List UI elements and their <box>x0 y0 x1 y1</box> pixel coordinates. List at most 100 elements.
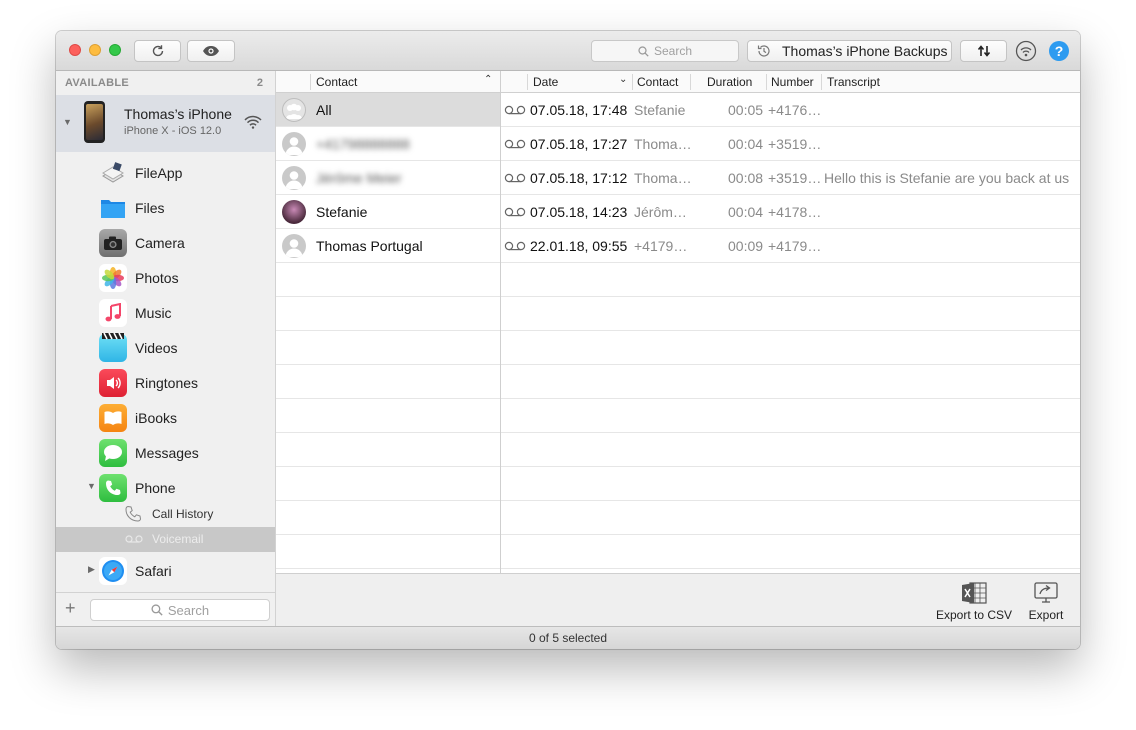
toolbar-search-placeholder: Search <box>653 44 693 58</box>
contact-column-header[interactable]: Contact ⌃ <box>276 71 500 93</box>
export-button[interactable]: Export <box>1020 580 1072 624</box>
sidebar-item-files[interactable]: Files <box>56 190 275 225</box>
voicemail-contact: Stefanie <box>634 102 686 118</box>
sidebar-item-safari[interactable]: ▶ Safari <box>56 553 275 588</box>
empty-row <box>276 331 500 365</box>
contact-name: Jérôme Meier <box>316 170 402 186</box>
add-icon[interactable]: + <box>65 598 76 619</box>
export-icon <box>1034 582 1058 603</box>
sidebar-header: AVAILABLE <box>65 77 130 89</box>
sidebar-search-placeholder: Search <box>167 602 210 618</box>
empty-row <box>501 263 1080 297</box>
voicemail-row[interactable]: 07.05.18, 17:12 Thoma… 00:08 +3519… Hell… <box>501 161 1080 195</box>
sidebar-item-call-history[interactable]: Call History <box>56 502 275 527</box>
sidebar-item-camera[interactable]: Camera <box>56 225 275 260</box>
files-icon <box>99 194 127 222</box>
contact-name: Stefanie <box>316 204 368 220</box>
help-button[interactable]: ? <box>1049 41 1069 61</box>
sidebar-item-fileapp[interactable]: FileApp <box>56 155 275 190</box>
sidebar-footer: + Search <box>56 592 275 627</box>
empty-row <box>501 433 1080 467</box>
messages-icon <box>99 438 127 467</box>
voicemail-icon <box>125 535 143 543</box>
sidebar-item-messages[interactable]: Messages <box>56 435 275 470</box>
sidebar-item-music[interactable]: Music <box>56 295 275 330</box>
sidebar-item-ibooks[interactable]: iBooks <box>56 400 275 435</box>
music-icon <box>99 298 127 327</box>
videos-icon <box>99 332 127 362</box>
disclosure-down-icon[interactable]: ▼ <box>87 481 96 491</box>
sidebar-device[interactable]: ▼ Thomas’s iPhone iPhone X - iOS 12.0 <box>56 95 275 152</box>
sidebar-item-videos[interactable]: Videos <box>56 330 275 365</box>
sidebar-item-ringtones[interactable]: Ringtones <box>56 365 275 400</box>
sidebar-search-input[interactable]: Search <box>90 599 270 621</box>
device-name: Thomas’s iPhone <box>124 106 232 122</box>
disclosure-down-icon[interactable]: ▼ <box>63 117 72 127</box>
empty-row <box>501 297 1080 331</box>
sidebar-item-label: Files <box>135 199 165 216</box>
empty-row <box>501 535 1080 569</box>
export-csv-button[interactable]: Export to CSV <box>931 580 1017 624</box>
voicemail-icon <box>504 105 526 115</box>
empty-row <box>276 263 500 297</box>
close-window-button[interactable] <box>69 44 81 56</box>
phone-icon <box>99 473 127 502</box>
contact-row[interactable]: Jérôme Meier <box>276 161 500 195</box>
transfer-button[interactable] <box>960 40 1007 62</box>
column-header-transcript[interactable]: Transcript <box>827 75 880 89</box>
toolbar-search-input[interactable]: Search <box>591 40 739 62</box>
wifi-sync-icon <box>1015 40 1037 62</box>
empty-row <box>276 467 500 501</box>
column-header-duration[interactable]: Duration <box>707 75 752 89</box>
empty-row <box>276 365 500 399</box>
voicemail-row[interactable]: 22.01.18, 09:55 +4179… 00:09 +4179… <box>501 229 1080 263</box>
backups-label: Thomas’s iPhone Backups <box>782 43 948 59</box>
column-header-date[interactable]: Date <box>533 75 558 89</box>
empty-row <box>276 501 500 535</box>
status-bar: 0 of 5 selected <box>56 626 1080 649</box>
refresh-icon <box>152 45 163 57</box>
sidebar-item-photos[interactable]: Photos <box>56 260 275 295</box>
preview-button[interactable] <box>187 40 235 62</box>
help-icon: ? <box>1054 43 1064 59</box>
group-avatar-icon <box>282 98 306 122</box>
action-bar: Export to CSV Export <box>276 573 1080 626</box>
zoom-window-button[interactable] <box>109 44 121 56</box>
minimize-window-button[interactable] <box>89 44 101 56</box>
voicemail-row[interactable]: 07.05.18, 14:23 Jérôm… 00:04 +4178… <box>501 195 1080 229</box>
sidebar-item-label: Messages <box>135 444 199 461</box>
transfer-arrows-icon <box>977 45 990 57</box>
sidebar-item-label: Ringtones <box>135 374 199 391</box>
sidebar-item-phone[interactable]: ▼ Phone <box>56 470 275 505</box>
voicemail-row[interactable]: 07.05.18, 17:27 Thoma… 00:04 +3519… <box>501 127 1080 161</box>
call-history-icon <box>125 505 142 522</box>
empty-row <box>276 433 500 467</box>
voicemail-contact: Thoma… <box>634 170 690 186</box>
disclosure-right-icon[interactable]: ▶ <box>88 564 95 575</box>
contact-row[interactable]: Stefanie <box>276 195 500 229</box>
voicemail-number: +3519… <box>768 170 822 186</box>
voicemail-duration: 00:04 <box>728 204 764 220</box>
column-header-contact[interactable]: Contact <box>637 75 678 89</box>
empty-row <box>501 331 1080 365</box>
empty-row <box>501 399 1080 433</box>
contact-header-label: Contact <box>316 75 358 89</box>
sidebar-item-label: Photos <box>135 269 179 286</box>
contact-row-all[interactable]: All <box>276 93 500 127</box>
column-header-number[interactable]: Number <box>771 75 814 89</box>
wifi-sync-button[interactable] <box>1015 40 1037 62</box>
history-icon <box>757 45 770 57</box>
voicemail-number: +4176… <box>768 102 822 118</box>
contact-name: Thomas Portugal <box>316 238 423 254</box>
contact-row[interactable]: Thomas Portugal <box>276 229 500 263</box>
search-icon <box>638 45 649 57</box>
voicemail-table-header: Date ⌄ Contact Duration Number Transcrip… <box>501 71 1080 93</box>
sort-ascending-icon: ⌃ <box>484 74 493 85</box>
refresh-button[interactable] <box>134 40 181 62</box>
voicemail-number: +4178… <box>768 204 822 220</box>
voicemail-date: 07.05.18, 17:48 <box>530 102 628 118</box>
backups-button[interactable]: Thomas’s iPhone Backups <box>747 40 952 62</box>
voicemail-row[interactable]: 07.05.18, 17:48 Stefanie 00:05 +4176… <box>501 93 1080 127</box>
sidebar-item-voicemail[interactable]: Voicemail <box>56 527 275 552</box>
contact-row[interactable]: +41798888888 <box>276 127 500 161</box>
